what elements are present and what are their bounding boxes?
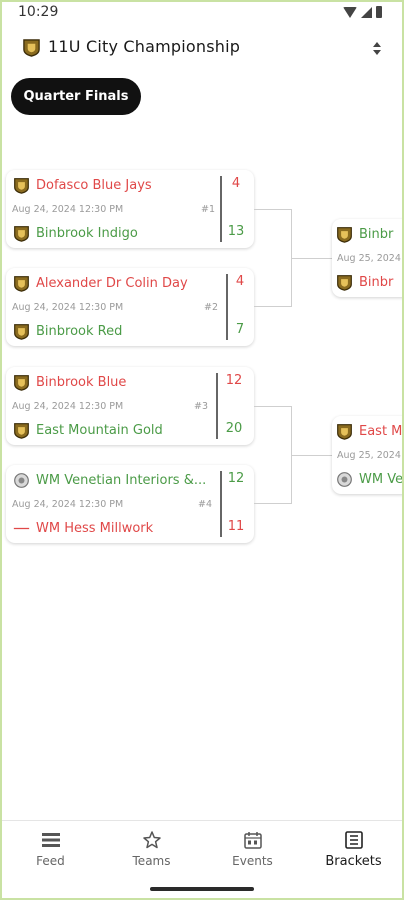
team-row: Dofasco Blue Jays — [13, 175, 152, 195]
nav-item-teams[interactable]: Teams — [101, 821, 202, 881]
match-number: #3 — [194, 401, 209, 412]
team-name: Dofasco Blue Jays — [36, 177, 152, 193]
team-name: East Mountain Gold — [36, 422, 163, 438]
team-score: 20 — [225, 421, 243, 436]
match-card[interactable]: Alexander Dr Colin Day Aug 24, 2024 12:3… — [6, 268, 254, 346]
next-round-card[interactable]: East M Aug 25, 2024 WM Ve — [332, 416, 404, 494]
score-divider — [220, 176, 222, 242]
status-bar: 10:29 — [0, 0, 404, 26]
team-row: WM Venetian Interiors &... — [13, 470, 206, 490]
team-logo-icon — [337, 423, 352, 440]
team-name: WM Hess Millwork — [36, 520, 154, 536]
round-button[interactable]: Quarter Finals — [11, 78, 141, 115]
team-name: Alexander Dr Colin Day — [36, 275, 188, 291]
team-row: Binbrook Indigo — [13, 223, 138, 243]
score-divider — [220, 471, 222, 537]
chevron-updown-icon[interactable] — [372, 39, 382, 57]
team-logo-icon — [14, 225, 29, 242]
event-selector[interactable]: 11U City Championship — [0, 30, 404, 66]
team-logo-icon — [337, 471, 352, 487]
match-date: Aug 25, 2024 — [337, 253, 401, 264]
match-date: Aug 24, 2024 12:30 PM — [12, 499, 124, 510]
match-card[interactable]: Dofasco Blue Jays Aug 24, 2024 12:30 PM … — [6, 170, 254, 248]
team-name: Binbrook Indigo — [36, 225, 138, 241]
nav-item-events[interactable]: Events — [202, 821, 303, 881]
star-icon — [142, 831, 161, 849]
calendar-icon — [243, 832, 262, 849]
team-row: Alexander Dr Colin Day — [13, 273, 188, 293]
bracket-connector — [292, 258, 332, 259]
team-score: 12 — [225, 373, 243, 388]
wifi-icon — [343, 6, 357, 18]
home-indicator[interactable] — [150, 887, 254, 891]
event-title: 11U City Championship — [48, 37, 241, 56]
team-logo-icon — [14, 422, 29, 439]
nav-label: Feed — [36, 854, 65, 868]
team-row: WM Ve — [336, 469, 403, 489]
bracket-connector — [292, 455, 332, 456]
status-time: 10:29 — [18, 4, 59, 20]
team-row: East Mountain Gold — [13, 420, 163, 440]
team-score: 11 — [227, 519, 245, 534]
team-logo-icon — [14, 323, 29, 340]
bracket-connector — [254, 406, 292, 504]
match-number: #2 — [204, 302, 219, 313]
team-name: Binbrook Blue — [36, 374, 127, 390]
battery-icon — [376, 6, 382, 18]
nav-label: Brackets — [325, 854, 382, 869]
team-score: 4 — [235, 274, 245, 289]
team-logo-icon — [14, 472, 29, 488]
nav-label: Events — [232, 854, 273, 868]
match-card[interactable]: Binbrook Blue Aug 24, 2024 12:30 PM #3 E… — [6, 367, 254, 445]
next-round-card[interactable]: Binbr Aug 25, 2024 Binbr — [332, 219, 404, 297]
team-logo-icon — [337, 226, 352, 243]
feed-icon — [41, 833, 60, 847]
team-row: Binbrook Red — [13, 321, 122, 341]
team-row: Binbr — [336, 224, 393, 244]
team-row: East M — [336, 421, 402, 441]
team-row: Binbr — [336, 272, 393, 292]
team-row: WM Hess Millwork — [13, 518, 153, 538]
match-date: Aug 24, 2024 12:30 PM — [12, 302, 124, 313]
score-divider — [216, 373, 218, 439]
bracket-connector — [254, 209, 292, 307]
nav-label: Teams — [132, 854, 171, 868]
match-date: Aug 24, 2024 12:30 PM — [12, 204, 124, 215]
team-name: WM Venetian Interiors &... — [36, 472, 207, 488]
signal-icon — [361, 6, 372, 18]
team-score: 13 — [227, 224, 245, 239]
team-name: Binbr — [359, 226, 394, 242]
team-logo-icon — [13, 527, 30, 529]
team-row: Binbrook Blue — [13, 372, 126, 392]
team-name: Binbrook Red — [36, 323, 123, 339]
match-date: Aug 25, 2024 — [337, 450, 401, 461]
team-logo-icon — [14, 374, 29, 391]
team-logo-icon — [14, 177, 29, 194]
team-logo-icon — [14, 275, 29, 292]
team-score: 12 — [227, 471, 245, 486]
team-score: 7 — [235, 322, 245, 337]
team-logo-icon — [337, 274, 352, 291]
team-name: Binbr — [359, 274, 394, 290]
team-name: WM Ve — [359, 471, 404, 487]
nav-item-feed[interactable]: Feed — [0, 821, 101, 881]
team-score: 4 — [231, 176, 241, 191]
bracket-icon — [344, 831, 363, 849]
match-date: Aug 24, 2024 12:30 PM — [12, 401, 124, 412]
club-logo-icon — [23, 39, 40, 57]
status-icons — [343, 6, 382, 18]
match-number: #4 — [198, 499, 213, 510]
match-number: #1 — [201, 204, 216, 215]
team-name: East M — [359, 423, 403, 439]
nav-item-brackets[interactable]: Brackets — [303, 821, 404, 881]
match-card[interactable]: WM Venetian Interiors &... Aug 24, 2024 … — [6, 465, 254, 543]
